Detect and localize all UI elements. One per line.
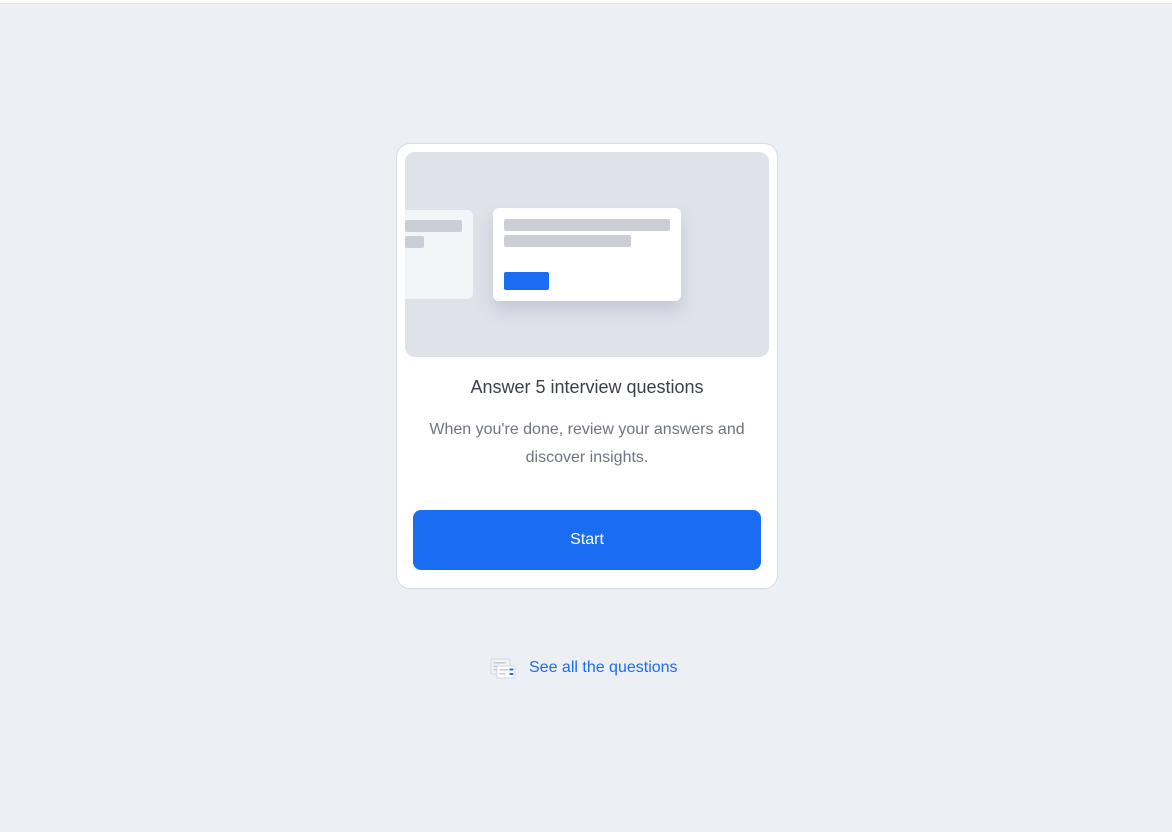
- illustration-front-card: [493, 208, 681, 301]
- interview-card: Answer 5 interview questions When you're…: [396, 143, 778, 589]
- question-list-icon: [490, 656, 516, 680]
- illustration-text-bar: [504, 219, 670, 231]
- card-title: Answer 5 interview questions: [470, 377, 704, 397]
- interview-illustration: [405, 152, 769, 357]
- top-divider: [0, 0, 1172, 4]
- illustration-text-bar: [405, 220, 462, 232]
- see-all-questions-label: See all the questions: [529, 659, 678, 676]
- start-button[interactable]: Start: [413, 510, 761, 570]
- card-description: When you're done, review your answers an…: [429, 421, 745, 466]
- illustration-back-card: [405, 210, 473, 299]
- see-all-questions-link[interactable]: See all the questions: [490, 656, 678, 680]
- illustration-text-bar: [504, 235, 631, 247]
- illustration-button: [504, 272, 549, 290]
- illustration-text-bar: [405, 236, 424, 248]
